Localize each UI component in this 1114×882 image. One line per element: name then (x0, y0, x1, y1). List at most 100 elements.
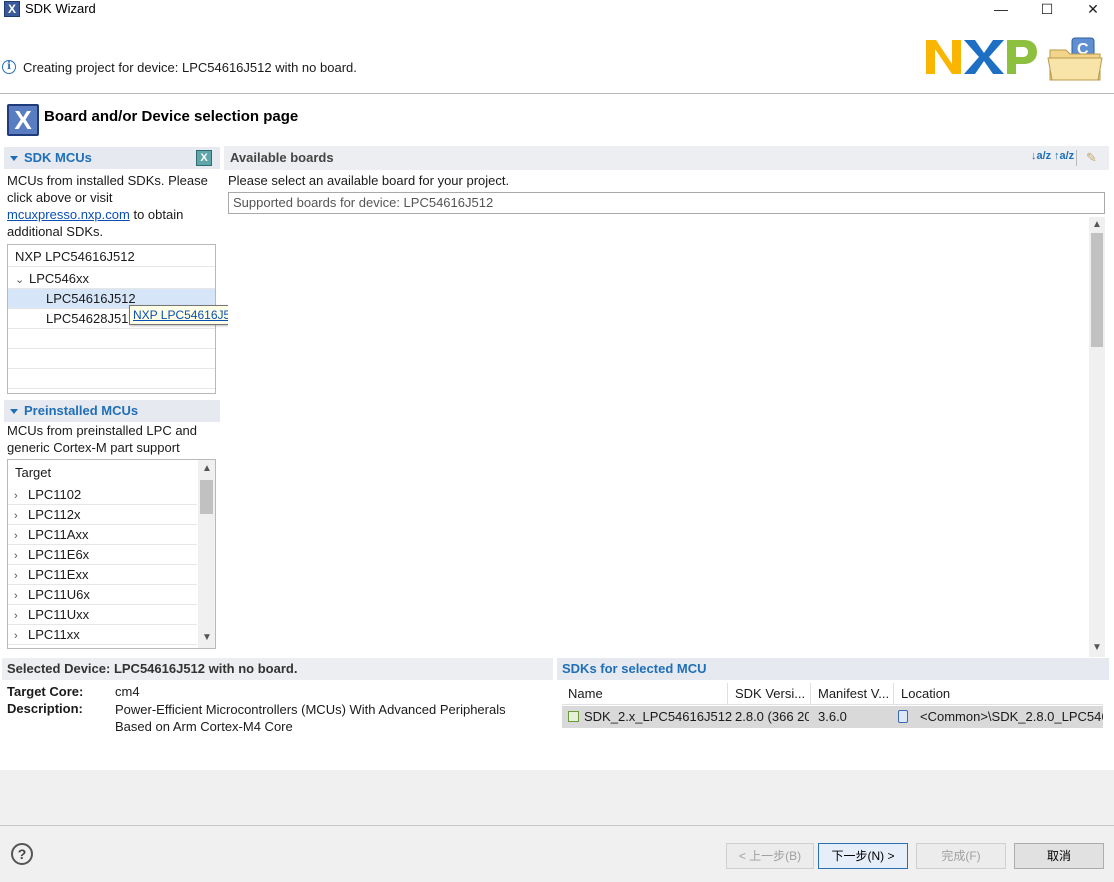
chevron-right-icon[interactable]: › (14, 586, 28, 606)
info-icon: i (2, 60, 16, 74)
column-header-version[interactable]: SDK Versi... (735, 683, 811, 705)
collapse-icon (10, 409, 18, 415)
sdk-mcus-section-header[interactable]: SDK MCUs (4, 147, 220, 169)
list-item[interactable]: › LPC112x (8, 505, 197, 525)
close-button[interactable]: ✕ (1070, 0, 1114, 20)
list-item-label: LPC11Uxx (28, 607, 90, 622)
boards-instruction: Please select an available board for you… (228, 173, 510, 188)
target-column-header[interactable]: Target (15, 464, 51, 482)
tree-item-label: LPC546xx (29, 271, 89, 286)
status-message: Creating project for device: LPC54616J51… (23, 60, 357, 75)
preinstalled-description: MCUs from preinstalled LPC and generic C… (7, 422, 219, 456)
list-item-label: LPC112x (28, 507, 81, 522)
sdk-name-cell: SDK_2.x_LPC54616J512 (584, 709, 733, 724)
preinstalled-mcus-section-header[interactable]: Preinstalled MCUs (4, 400, 220, 422)
clear-filter-icon[interactable]: ✎ (1086, 150, 1097, 166)
list-item[interactable]: › LPC11xx (8, 625, 197, 645)
sdks-header: SDKs for selected MCU (557, 658, 1109, 680)
sort-ascending-icon[interactable]: ↓a/z (1031, 150, 1051, 162)
list-item-label: LPC11E6x (28, 547, 90, 562)
help-icon[interactable]: ? (11, 843, 33, 865)
sdk-mcus-label: SDK MCUs (24, 150, 92, 165)
column-header-name[interactable]: Name (568, 683, 728, 705)
chevron-right-icon[interactable]: › (14, 486, 28, 506)
list-item[interactable]: › LPC11E6x (8, 545, 197, 565)
finish-button[interactable]: 完成(F) (916, 843, 1006, 869)
sdk-import-icon[interactable]: X (196, 150, 212, 166)
project-folder-icon: C (1046, 36, 1106, 84)
list-item-label: LPC11Axx (28, 527, 89, 542)
desc-line: mcuxpresso.nxp.com to obtain (7, 206, 219, 223)
scroll-thumb[interactable] (200, 480, 213, 514)
list-item[interactable]: › LPC11Exx (8, 565, 197, 585)
sdk-location-cell: <Common>\SDK_2.8.0_LPC546 (920, 709, 1103, 724)
minimize-button[interactable]: — (978, 0, 1024, 20)
tree-empty-row (8, 349, 215, 369)
chevron-down-icon[interactable]: ⌄ (15, 270, 29, 290)
list-item-label: LPC1102 (28, 487, 82, 502)
desc-line: Power-Efficient Microcontrollers (MCUs) … (115, 702, 506, 717)
desc-line: MCUs from preinstalled LPC and (7, 423, 198, 438)
mcuxpresso-link[interactable]: mcuxpresso.nxp.com (7, 207, 130, 222)
table-row[interactable]: SDK_2.x_LPC54616J512 2.8.0 (366 20 3.6.0… (562, 706, 1103, 728)
tree-item-label: LPC54628J512 (46, 311, 136, 326)
tree-item[interactable]: NXP LPC54616J512 (8, 247, 215, 267)
description-label: Description: (7, 701, 83, 716)
preinstalled-label: Preinstalled MCUs (24, 403, 139, 418)
tree-item[interactable]: ⌄ LPC546xx (8, 269, 215, 289)
cancel-button[interactable]: 取消 (1014, 843, 1104, 869)
desc-line: Based on Arm Cortex-M4 Core (115, 719, 293, 734)
description-value: Power-Efficient Microcontrollers (MCUs) … (115, 701, 506, 735)
scroll-down-icon[interactable]: ▼ (1092, 642, 1102, 653)
list-item[interactable]: › LPC1102 (8, 485, 197, 505)
list-item[interactable]: › LPC11U6x (8, 585, 197, 605)
list-item[interactable]: › LPC11Axx (8, 525, 197, 545)
boards-filter-input[interactable]: Supported boards for device: LPC54616J51… (228, 192, 1105, 214)
nxp-logo (924, 34, 1040, 78)
selected-device-header: Selected Device: LPC54616J512 with no bo… (2, 658, 553, 680)
chevron-right-icon[interactable]: › (14, 526, 28, 546)
column-header-manifest[interactable]: Manifest V... (818, 683, 894, 705)
scroll-up-icon[interactable]: ▲ (202, 463, 212, 474)
sdk-version-cell: 2.8.0 (366 20 (735, 709, 809, 724)
boards-scrollbar[interactable]: ▲ ▼ (1089, 217, 1105, 657)
available-boards-header: Available boards (224, 146, 1109, 170)
list-item-label: LPC11xx (28, 627, 80, 642)
title-bar (0, 0, 1114, 20)
maximize-button[interactable]: ☐ (1024, 0, 1070, 20)
sdk-manifest-cell: 3.6.0 (818, 709, 847, 724)
preinstalled-mcu-list[interactable]: Target › LPC1102 › LPC112x › LPC11Axx › LPC1… (7, 459, 216, 649)
back-button[interactable]: < 上一步(B) (726, 843, 814, 869)
page-title: Board and/or Device selection page (44, 108, 299, 125)
tree-item-label: NXP LPC54616J512 (15, 249, 135, 264)
window-title: SDK Wizard (25, 1, 96, 16)
desc-line: MCUs from installed SDKs. Please (7, 173, 208, 188)
list-item-label: LPC11Exx (28, 567, 89, 582)
chevron-right-icon[interactable]: › (14, 506, 28, 526)
sdk-package-icon (568, 711, 579, 722)
desc-text: to obtain (133, 207, 184, 222)
chevron-right-icon[interactable]: › (14, 546, 28, 566)
scrollbar[interactable]: ▲ ▼ (198, 460, 215, 648)
sdks-table-header: Name SDK Versi... Manifest V... Location (562, 683, 1103, 705)
scroll-down-icon[interactable]: ▼ (202, 632, 212, 643)
next-button[interactable]: 下一步(N) > (818, 843, 908, 869)
boards-list[interactable] (228, 217, 1105, 655)
tree-item-label: LPC54616J512 (46, 291, 136, 306)
wizard-page-icon: X (7, 104, 39, 136)
chevron-right-icon[interactable]: › (14, 626, 28, 646)
app-icon: X (4, 1, 20, 17)
desc-line: generic Cortex-M part support (7, 440, 180, 455)
scroll-up-icon[interactable]: ▲ (1092, 219, 1102, 230)
wizard-spacer (0, 770, 1114, 825)
column-header-location[interactable]: Location (901, 683, 1091, 705)
collapse-icon (10, 156, 18, 162)
scroll-thumb[interactable] (1091, 233, 1103, 347)
target-core-label: Target Core: (7, 684, 84, 699)
chevron-right-icon[interactable]: › (14, 566, 28, 586)
sort-descending-icon[interactable]: ↑a/z (1054, 150, 1074, 162)
desc-line: click above or visit (7, 190, 113, 205)
list-item[interactable]: › LPC11Uxx (8, 605, 197, 625)
sdk-mcus-description: MCUs from installed SDKs. Please click a… (7, 172, 219, 240)
chevron-right-icon[interactable]: › (14, 606, 28, 626)
